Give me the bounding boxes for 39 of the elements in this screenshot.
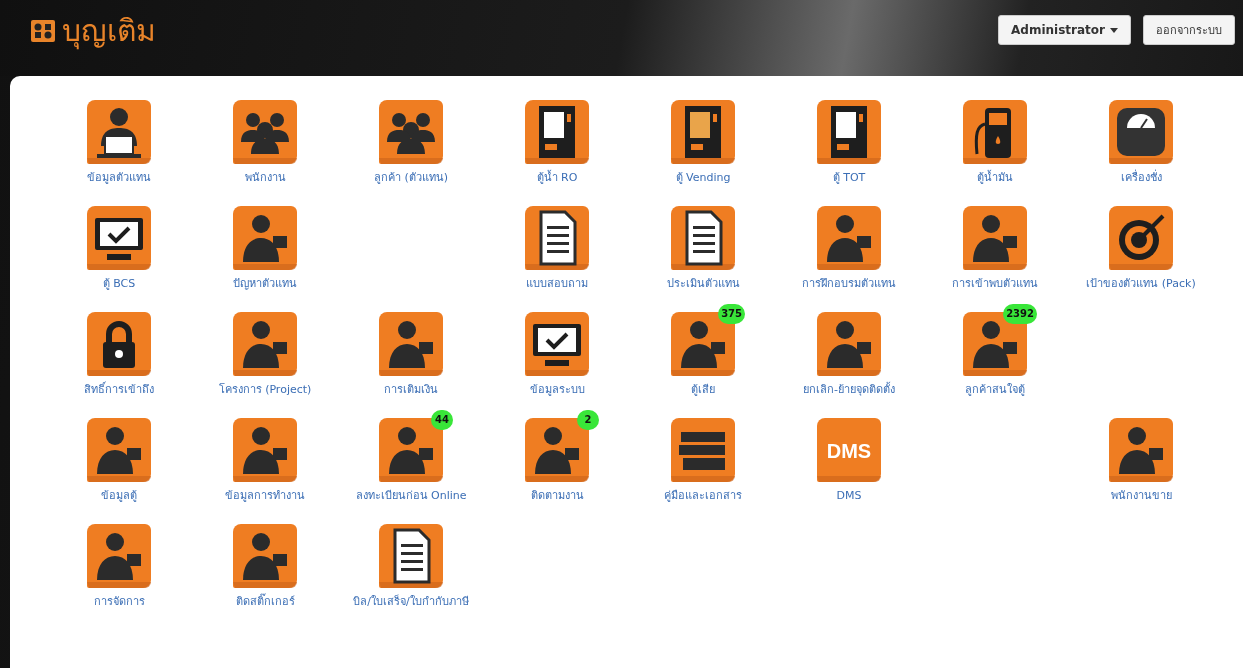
- app-link[interactable]: ข้อมูลตู้: [101, 488, 137, 503]
- app-link[interactable]: พนักงาน: [244, 170, 286, 185]
- app-link[interactable]: สิทธิ์การเข้าถึง: [84, 382, 154, 397]
- app-link[interactable]: บิล/ใบเสร็จ/ใบกำกับภาษี: [353, 594, 469, 609]
- app-link[interactable]: DMS: [836, 488, 862, 503]
- app-link[interactable]: ประเมินตัวแทน: [666, 276, 740, 291]
- app-link[interactable]: ข้อมูลตัวแทน: [87, 170, 151, 185]
- count-badge: 2: [577, 410, 599, 430]
- app-link[interactable]: ลงทะเบียนก่อน Online: [355, 488, 467, 503]
- app-link[interactable]: เป้าของตัวแทน (Pack): [1086, 276, 1196, 291]
- logo-text: บุญเติม: [62, 14, 156, 48]
- app-link[interactable]: ตู้น้ำ RO: [536, 170, 578, 185]
- app-link[interactable]: การเติมเงิน: [384, 382, 438, 397]
- app-link[interactable]: ลูกค้าสนใจตู้: [965, 382, 1025, 397]
- app-link[interactable]: ตู้ TOT: [832, 170, 866, 185]
- app-link[interactable]: ตู้เสีย: [691, 382, 715, 397]
- app-link[interactable]: แบบสอบถาม: [526, 276, 588, 291]
- app-link[interactable]: ตู้ Vending: [675, 170, 731, 185]
- app-link[interactable]: ติดสติ๊กเกอร์: [235, 594, 295, 609]
- app-link[interactable]: คู่มือและเอกสาร: [664, 488, 742, 503]
- app-link[interactable]: ปัญหาตัวแทน: [233, 276, 297, 291]
- app-link[interactable]: ยกเลิก-ย้ายจุดติดตั้ง: [803, 382, 895, 397]
- app-link[interactable]: ตู้น้ำมัน: [977, 170, 1013, 185]
- logout-button[interactable]: ออกจากระบบ: [1143, 15, 1235, 45]
- app-link[interactable]: โครงการ (Project): [218, 382, 312, 397]
- user-menu-button[interactable]: Administrator: [998, 15, 1131, 45]
- app-link[interactable]: ตู้ BCS: [102, 276, 136, 291]
- app-link[interactable]: ติดตามงาน: [530, 488, 584, 503]
- app-link[interactable]: พนักงานขาย: [1110, 488, 1172, 503]
- app-link[interactable]: ข้อมูลระบบ: [529, 382, 585, 397]
- count-badge: 375: [718, 304, 745, 324]
- app-link[interactable]: การจัดการ: [93, 594, 145, 609]
- count-badge: 2392: [1003, 304, 1037, 324]
- app-link[interactable]: ข้อมูลการทำงาน: [225, 488, 305, 503]
- count-badge: 44: [431, 410, 453, 430]
- app-link[interactable]: เครื่องชั่ง: [1120, 170, 1162, 185]
- app-link[interactable]: ลูกค้า (ตัวแทน): [373, 170, 449, 185]
- app-link[interactable]: การเข้าพบตัวแทน: [952, 276, 1038, 291]
- app-link[interactable]: การฝึกอบรมตัวแทน: [802, 276, 896, 291]
